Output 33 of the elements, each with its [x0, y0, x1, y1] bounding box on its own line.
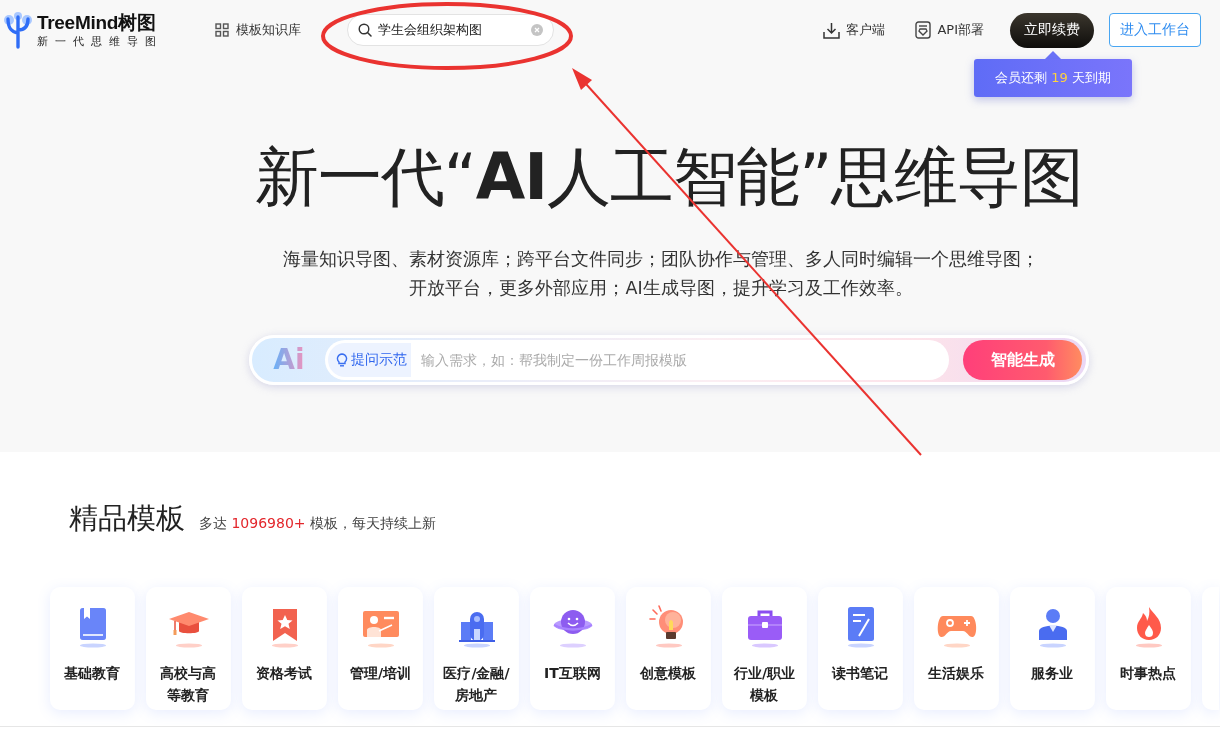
section-title: 精品模板 — [69, 500, 185, 537]
renew-button[interactable]: 立即续费 — [1010, 12, 1094, 48]
download-icon — [823, 21, 841, 39]
category-card[interactable]: 管理/培训 — [338, 587, 423, 710]
template-library-link[interactable]: 模板知识库 — [215, 21, 301, 39]
category-card[interactable]: 读书笔记 — [818, 587, 903, 710]
tooltip-text: 会员还剩 19 天到期 — [995, 69, 1111, 87]
client-download-link[interactable]: 客户端 — [823, 21, 886, 39]
prompt-input[interactable]: 输入需求，如：帮我制定一份工作周报模版 — [421, 345, 939, 375]
category-card[interactable]: IT互联网 — [530, 587, 615, 710]
category-card[interactable]: 基础教育 — [50, 587, 135, 710]
example-prompts-button[interactable]: 提问示范 — [328, 343, 411, 377]
api-deploy-link[interactable]: API部署 — [915, 21, 984, 39]
category-card[interactable]: 生活娱乐 — [914, 587, 999, 710]
category-card[interactable]: 时事热点 — [1106, 587, 1191, 710]
search-icon — [358, 23, 372, 37]
category-card[interactable]: 高校与高等教育 — [146, 587, 231, 710]
prompt-field[interactable]: 提问示范 输入需求，如：帮我制定一份工作周报模版 — [325, 340, 949, 380]
category-card[interactable]: 医疗/金融/房地产 — [434, 587, 519, 710]
category-card[interactable]: 创意模板 — [626, 587, 711, 710]
category-card[interactable]: 资格考试 — [242, 587, 327, 710]
brand-name[interactable]: TreeMind树图 — [37, 11, 163, 34]
hero-title: 新一代“AI人工智能”思维导图 — [254, 139, 1084, 216]
category-card[interactable]: 行业/职业模板 — [722, 587, 807, 710]
workspace-button[interactable]: 进入工作台 — [1109, 13, 1201, 47]
diamond-box-icon — [915, 21, 932, 39]
template-count-text: 多达 1096980+ 模板，每天持续上新 — [199, 515, 436, 533]
search-field[interactable]: 学生会组织架构图 — [347, 14, 554, 46]
logo-icon[interactable] — [4, 11, 32, 49]
grid-icon — [215, 23, 229, 37]
light-bulb-icon — [336, 353, 348, 367]
brand-tagline: 新一代思维导图 — [37, 34, 163, 49]
category-card[interactable]: 服务业 — [1010, 587, 1095, 710]
